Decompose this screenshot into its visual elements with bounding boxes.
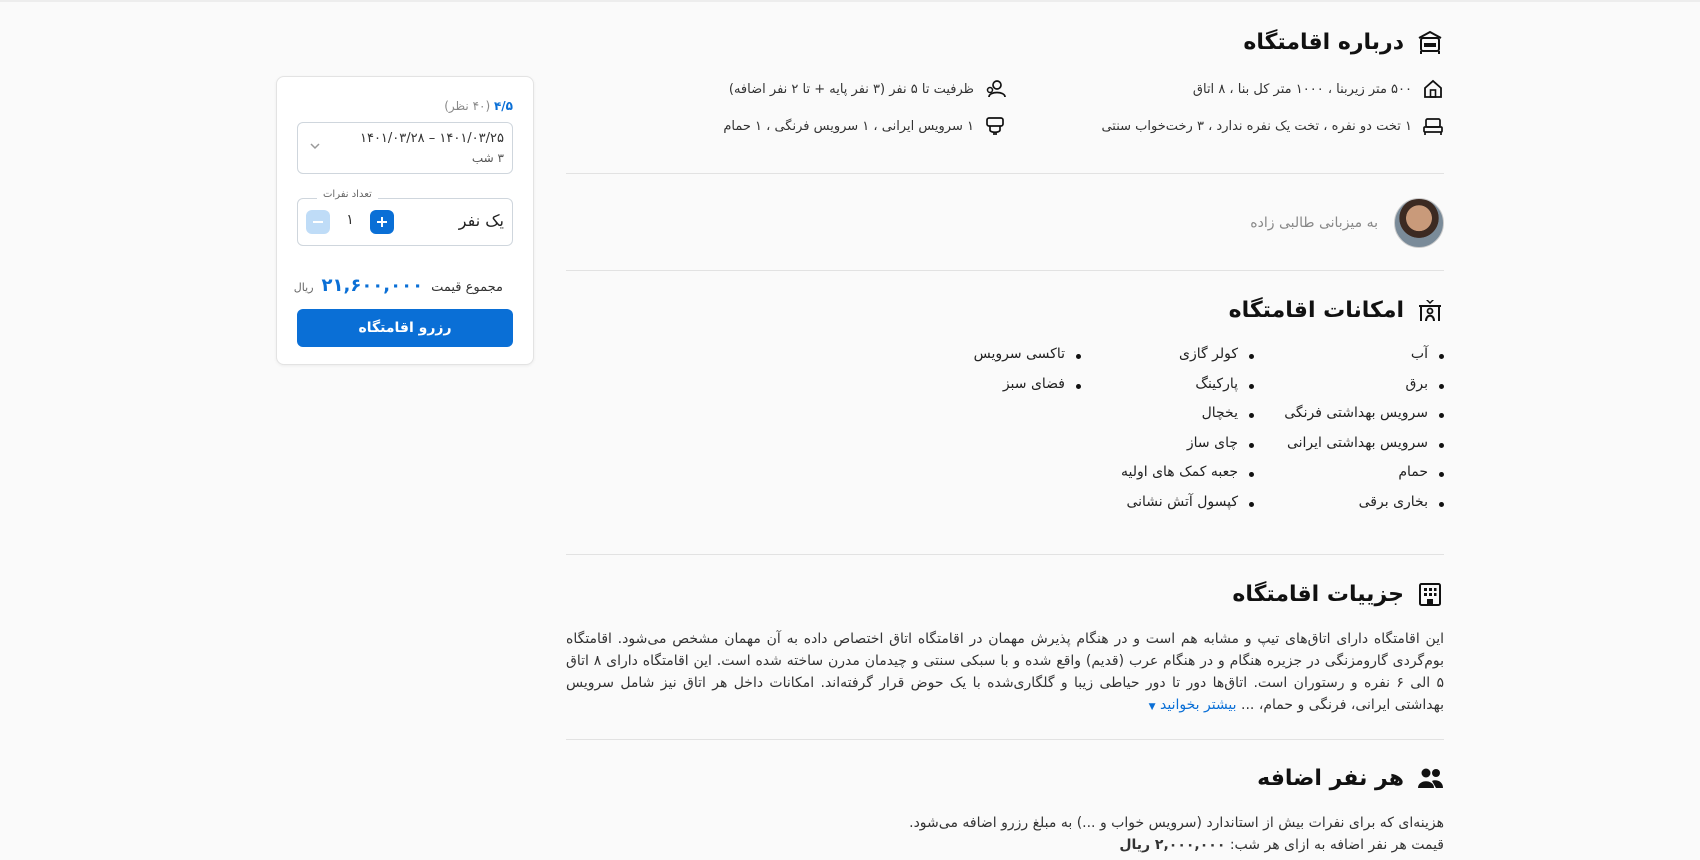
- booking-card: ۴/۵ (۴۰ نظر) ۱۴۰۱/۰۳/۲۵ – ۱۴۰۱/۰۳/۲۸ ۳ ش…: [276, 76, 534, 365]
- divider: [566, 739, 1444, 740]
- chevron-down-icon: [310, 143, 320, 150]
- extra-text: هزینه‌ای که برای نفرات بیش از استاندارد …: [909, 815, 1444, 831]
- host-name: به میزبانی طالبی زاده: [1250, 215, 1378, 231]
- total-label: مجموع قیمت: [431, 280, 503, 295]
- toilet-icon: [986, 117, 1004, 135]
- total-price: ۲۱,۶۰۰,۰۰۰: [321, 275, 424, 296]
- rating-reviews: (۴۰ نظر): [444, 99, 491, 113]
- hotel-icon: [1418, 30, 1442, 54]
- extra-person-info: هزینه‌ای که برای نفرات بیش از استاندارد …: [909, 812, 1444, 856]
- amenity-item: حمام: [1284, 464, 1444, 494]
- date-range: ۱۴۰۱/۰۳/۲۵ – ۱۴۰۱/۰۳/۲۸: [359, 131, 504, 146]
- read-more-link[interactable]: بیشتر بخوانید ▼: [1149, 697, 1237, 713]
- about-title: درباره اقامتگاه: [1243, 29, 1404, 55]
- amenities-column-1: آب برق سرویس بهداشتی فرنگی سرویس بهداشتی…: [1284, 346, 1444, 523]
- extra-price-row: قیمت هر نفر اضافه به ازای هر شب: ۲,۰۰۰,۰…: [909, 834, 1444, 856]
- read-more-label: بیشتر بخوانید: [1160, 697, 1237, 713]
- bathrooms-info: ۱ سرویس ایرانی ، ۱ سرویس فرنگی ، ۱ حمام: [723, 115, 1006, 137]
- amenities-section-title: امکانات اقامتگاه: [1229, 296, 1444, 324]
- avatar: [1394, 198, 1444, 248]
- amenity-item: بخاری برقی: [1284, 494, 1444, 524]
- extra-price-label: قیمت هر نفر اضافه به ازای هر شب:: [1229, 837, 1444, 853]
- host-row: به میزبانی طالبی زاده: [1250, 198, 1444, 248]
- guest-selector: یک نفر ۱: [297, 198, 513, 246]
- amenity-item: سرویس بهداشتی ایرانی: [1284, 435, 1444, 465]
- rating: ۴/۵ (۴۰ نظر): [444, 99, 513, 113]
- minus-icon: [313, 221, 323, 223]
- about-section-title: درباره اقامتگاه: [1243, 28, 1444, 56]
- decrease-guests-button[interactable]: [306, 210, 330, 234]
- guest-count: ۱: [346, 212, 354, 228]
- beds-info: ۱ تخت دو نفره ، تخت یک نفره ندارد ، ۳ رخ…: [1101, 115, 1444, 137]
- amenities-column-2: کولر گازی پارکینگ یخچال چای ساز جعبه کمک…: [1121, 346, 1255, 524]
- capacity-info: ظرفیت تا ۵ نفر (۳ نفر پایه + تا ۲ نفر اض…: [729, 78, 1006, 100]
- divider: [566, 173, 1444, 174]
- house-icon: [1424, 79, 1442, 98]
- amenity-item: پارکینگ: [1121, 376, 1255, 406]
- amenities-column-3: تاکسی سرویس فضای سبز: [974, 346, 1082, 406]
- details-description: این اقامتگاه دارای اتاق‌های تیپ و مشابه …: [566, 628, 1444, 718]
- amenity-item: کپسول آتش نشانی: [1121, 494, 1255, 524]
- total-unit: ریال: [293, 281, 314, 294]
- amenity-item: یخچال: [1121, 405, 1255, 435]
- amenity-item: جعبه کمک های اولیه: [1121, 464, 1255, 494]
- capacity-text: ظرفیت تا ۵ نفر (۳ نفر پایه + تا ۲ نفر اض…: [728, 81, 974, 97]
- extra-title: هر نفر اضافه: [1257, 765, 1404, 791]
- plus-icon: [377, 217, 387, 227]
- amenities-icon: [1419, 300, 1441, 322]
- amenity-item: فضای سبز: [974, 376, 1082, 406]
- reserve-button[interactable]: رزرو اقامتگاه: [297, 309, 513, 347]
- date-picker[interactable]: ۱۴۰۱/۰۳/۲۵ – ۱۴۰۱/۰۳/۲۸ ۳ شب: [297, 122, 513, 174]
- beds-text: ۱ تخت دو نفره ، تخت یک نفره ندارد ، ۳ رخ…: [1101, 118, 1412, 134]
- divider: [566, 554, 1444, 555]
- divider: [566, 270, 1444, 271]
- amenity-item: تاکسی سرویس: [974, 346, 1082, 376]
- guests-label: تعداد نفرات: [317, 189, 378, 200]
- amenities-title: امکانات اقامتگاه: [1228, 297, 1404, 323]
- increase-guests-button[interactable]: [370, 210, 394, 234]
- amenity-item: کولر گازی: [1121, 346, 1255, 376]
- nights-count: ۳ شب: [471, 151, 504, 165]
- extra-price-value: ۲,۰۰۰,۰۰۰ ریال: [1119, 837, 1226, 853]
- total-price-row: مجموع قیمت ۲۱,۶۰۰,۰۰۰ ریال: [294, 275, 503, 296]
- chevron-down-icon: ▼: [1148, 702, 1156, 712]
- details-title: جزییات اقامتگاه: [1232, 581, 1404, 607]
- amenity-item: سرویس بهداشتی فرنگی: [1284, 405, 1444, 435]
- users-icon: [1418, 768, 1443, 788]
- amenity-item: برق: [1284, 376, 1444, 406]
- building-icon: [1419, 583, 1441, 606]
- guest-value: یک نفر: [458, 211, 504, 230]
- area-text: ۵۰۰ متر زیربنا ، ۱۰۰۰ متر کل بنا ، ۸ اتا…: [1192, 81, 1412, 97]
- details-text: این اقامتگاه دارای اتاق‌های تیپ و مشابه …: [566, 631, 1445, 713]
- details-section-title: جزییات اقامتگاه: [1232, 580, 1444, 608]
- bathrooms-text: ۱ سرویس ایرانی ، ۱ سرویس فرنگی ، ۱ حمام: [723, 118, 974, 134]
- amenity-item: آب: [1284, 346, 1444, 376]
- area-info: ۵۰۰ متر زیربنا ، ۱۰۰۰ متر کل بنا ، ۸ اتا…: [1193, 78, 1444, 100]
- rating-score: ۴/۵: [493, 99, 513, 113]
- people-icon: [986, 80, 1006, 98]
- amenity-item: چای ساز: [1121, 435, 1255, 465]
- bed-icon: [1423, 118, 1443, 135]
- extra-section-title: هر نفر اضافه: [1257, 764, 1444, 792]
- main-content: درباره اقامتگاه ۵۰۰ متر زیربنا ، ۱۰۰۰ مت…: [566, 0, 1444, 860]
